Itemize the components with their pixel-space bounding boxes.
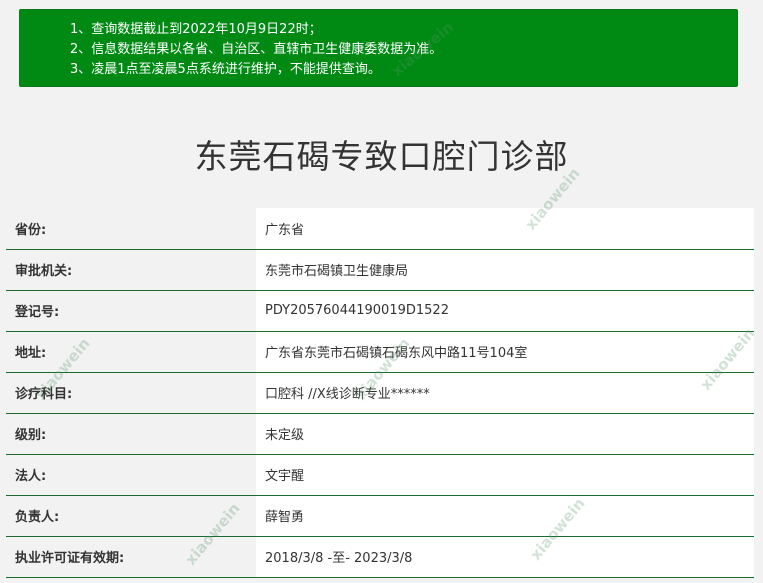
table-row-province: 省份: 广东省 — [6, 208, 754, 250]
table-row-address: 地址: 广东省东莞市石碣镇石碣东风中路11号104室 — [6, 331, 754, 373]
row-label: 省份: — [6, 208, 256, 250]
table-row-departments: 诊疗科目: 口腔科 //X线诊断专业****** — [6, 372, 754, 414]
row-label: 诊疗科目: — [6, 372, 256, 414]
clinic-info-table: 省份: 广东省 审批机关: 东莞市石碣镇卫生健康局 登记号: PDY205760… — [6, 208, 754, 578]
row-label: 登记号: — [6, 290, 256, 332]
row-value: 文宇醒 — [256, 454, 754, 496]
row-value: 未定级 — [256, 413, 754, 455]
table-row-level: 级别: 未定级 — [6, 413, 754, 455]
table-row-legal-person: 法人: 文宇醒 — [6, 454, 754, 496]
page-title: 东莞石碣专致口腔门诊部 — [194, 137, 569, 176]
row-label: 法人: — [6, 454, 256, 496]
row-value: 口腔科 //X线诊断专业****** — [256, 372, 754, 414]
row-value: 广东省东莞市石碣镇石碣东风中路11号104室 — [256, 331, 754, 373]
notice-banner: 1、查询数据截止到2022年10月9日22时； 2、信息数据结果以各省、自治区、… — [19, 9, 738, 87]
table-row-registration-number: 登记号: PDY20576044190019D1522 — [6, 290, 754, 332]
row-value: PDY20576044190019D1522 — [256, 290, 754, 332]
notice-line-3: 3、凌晨1点至凌晨5点系统进行维护，不能提供查询。 — [70, 62, 381, 77]
notice-line-1: 1、查询数据截止到2022年10月9日22时； — [70, 22, 322, 37]
row-label: 地址: — [6, 331, 256, 373]
row-label: 级别: — [6, 413, 256, 455]
row-label: 审批机关: — [6, 249, 256, 291]
table-row-license-validity: 执业许可证有效期: 2018/3/8 -至- 2023/3/8 — [6, 536, 754, 578]
row-label: 负责人: — [6, 495, 256, 537]
table-row-person-in-charge: 负责人: 薛智勇 — [6, 495, 754, 537]
table-row-approval-authority: 审批机关: 东莞市石碣镇卫生健康局 — [6, 249, 754, 291]
row-value: 广东省 — [256, 208, 754, 250]
row-label: 执业许可证有效期: — [6, 536, 256, 578]
notice-line-2: 2、信息数据结果以各省、自治区、直辖市卫生健康委数据为准。 — [70, 42, 443, 57]
row-value: 2018/3/8 -至- 2023/3/8 — [256, 536, 754, 578]
row-value: 东莞市石碣镇卫生健康局 — [256, 249, 754, 291]
row-value: 薛智勇 — [256, 495, 754, 537]
